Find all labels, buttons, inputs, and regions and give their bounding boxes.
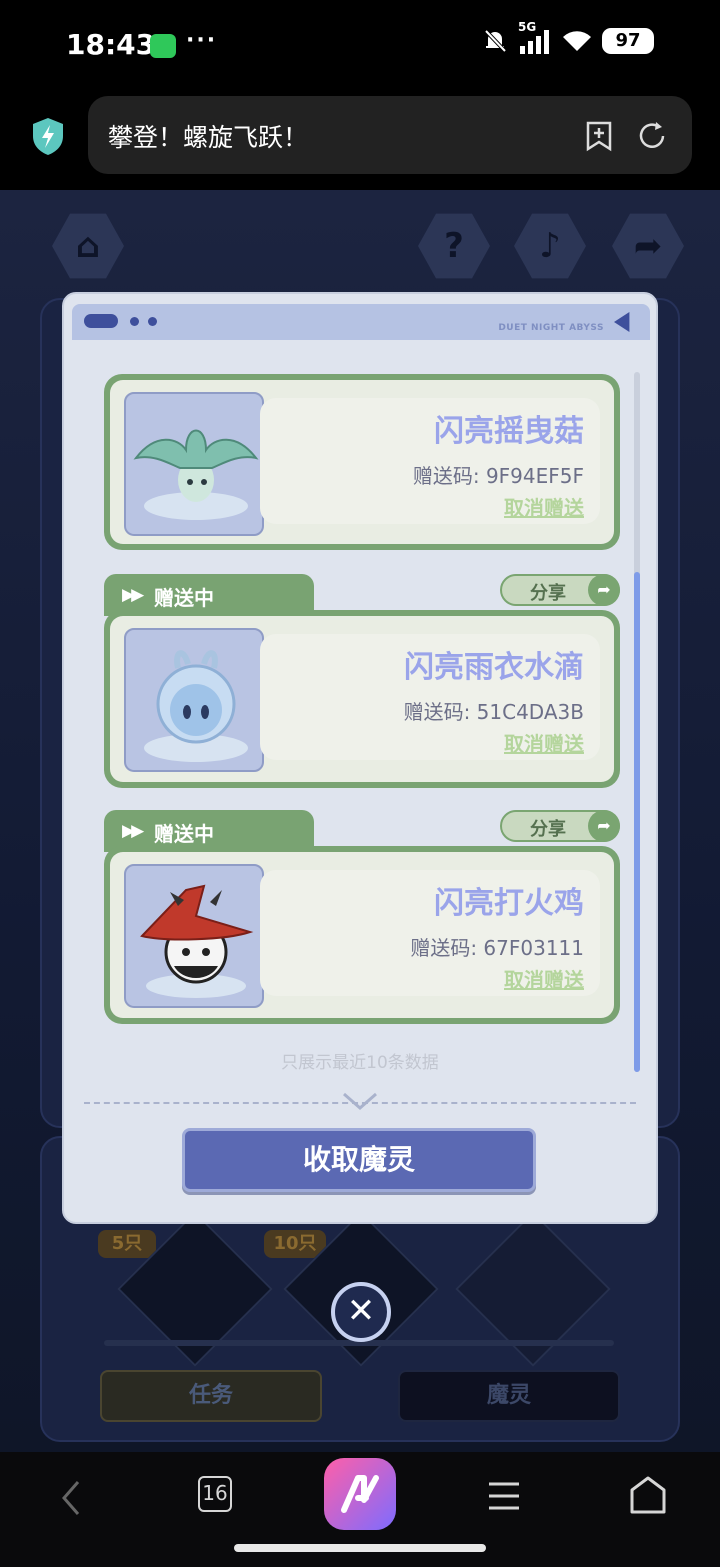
share-label: 分享 (530, 819, 566, 840)
gift-item-2: ▶▶ 赠送中 分享 ➦ 闪亮雨衣水滴 赠送码: 51C4DA3B 取消赠送 (104, 574, 620, 788)
status-label: 赠送中 (154, 822, 214, 846)
gift-code: 赠送码: 51C4DA3B (403, 700, 584, 724)
back-icon[interactable] (56, 1478, 86, 1518)
scrollbar-thumb[interactable] (634, 572, 640, 1072)
footnote: 只展示最近10条数据 (281, 1053, 439, 1073)
status-icons: 5G 97 (482, 20, 654, 54)
gift-code: 赠送码: 67F03111 (410, 936, 584, 960)
gift-card: 闪亮打火鸡 赠送码: 67F03111 取消赠送 (104, 846, 620, 1024)
wifi-icon (563, 31, 591, 51)
help-icon[interactable]: ? (418, 213, 490, 279)
share-label: 分享 (530, 583, 566, 604)
header-dot (148, 317, 157, 326)
menu-icon[interactable] (486, 1478, 522, 1514)
home-icon[interactable]: ⌂ (52, 213, 124, 279)
brand-text: DUET NIGHT ABYSS (498, 323, 604, 333)
gift-item-1: 闪亮摇曳菇 赠送码: 9F94EF5F 取消赠送 (104, 370, 620, 550)
gift-card: 闪亮雨衣水滴 赠送码: 51C4DA3B 取消赠送 (104, 610, 620, 788)
gift-item-3: ▶▶ 赠送中 分享 ➦ 闪亮打火鸡 赠送码: 67F03111 取消赠送 (104, 810, 620, 1024)
play-icon: ▶▶ (122, 585, 144, 605)
cancel-gift-link[interactable]: 取消赠送 (504, 728, 584, 757)
gift-code: 赠送码: 9F94EF5F (412, 464, 584, 488)
tabs-count-button[interactable]: 16 (198, 1476, 232, 1512)
collect-spirit-button[interactable]: 收取魔灵 (182, 1128, 536, 1192)
ai-assistant-button[interactable] (324, 1458, 396, 1530)
mute-bell-icon (484, 29, 507, 53)
share-arrow-icon: ➦ (588, 574, 620, 606)
share-arrow-icon: ➦ (588, 810, 620, 842)
wechat-icon (150, 34, 176, 58)
spirit-image-raindrop (124, 628, 264, 772)
task-button[interactable]: 任务 (100, 1370, 322, 1422)
play-icon: ▶▶ (122, 821, 144, 841)
spirit-image-fire-chicken (124, 864, 264, 1008)
modal-header: DUET NIGHT ABYSS (72, 304, 650, 340)
spirit-name: 闪亮雨衣水滴 (404, 650, 584, 685)
spirit-image-mushroom (124, 392, 264, 536)
modal-scrollbar[interactable] (634, 372, 640, 1072)
clock: 18:43 (66, 28, 156, 61)
spirit-name: 闪亮打火鸡 (434, 886, 584, 921)
spirit-button[interactable]: 魔灵 (398, 1370, 620, 1422)
status-label: 赠送中 (154, 586, 214, 610)
cellular-icon: 5G (518, 20, 552, 54)
header-dot (130, 317, 139, 326)
page-title: 攀登！螺旋飞跃！ (108, 123, 309, 152)
refresh-icon[interactable] (636, 120, 668, 152)
cancel-gift-link[interactable]: 取消赠送 (504, 964, 584, 993)
chevron-down-icon (343, 1092, 377, 1110)
security-shield-icon[interactable] (30, 116, 66, 156)
badge-5: 5只 (98, 1230, 156, 1258)
address-bar[interactable]: 攀登！螺旋飞跃！ (88, 96, 692, 174)
share-button[interactable]: 分享 ➦ (500, 810, 620, 842)
share-game-icon[interactable]: ➦ (612, 213, 684, 279)
header-pill (84, 314, 118, 328)
spirit-name: 闪亮摇曳菇 (434, 414, 584, 449)
close-icon[interactable]: ✕ (331, 1282, 391, 1342)
home-icon[interactable] (628, 1474, 668, 1516)
more-notifications-icon: ··· (186, 28, 218, 53)
status-bar: 18:43 ··· 5G 97 (0, 0, 720, 92)
ai-logo-icon (341, 1475, 379, 1513)
home-indicator[interactable] (234, 1544, 486, 1552)
cancel-gift-link[interactable]: 取消赠送 (504, 492, 584, 521)
battery-indicator: 97 (602, 28, 654, 54)
share-button[interactable]: 分享 ➦ (500, 574, 620, 606)
music-icon[interactable]: ♪ (514, 213, 586, 279)
gift-card: 闪亮摇曳菇 赠送码: 9F94EF5F 取消赠送 (104, 374, 620, 550)
brand-mark-icon (614, 312, 630, 332)
bookmark-add-icon[interactable] (584, 120, 614, 152)
